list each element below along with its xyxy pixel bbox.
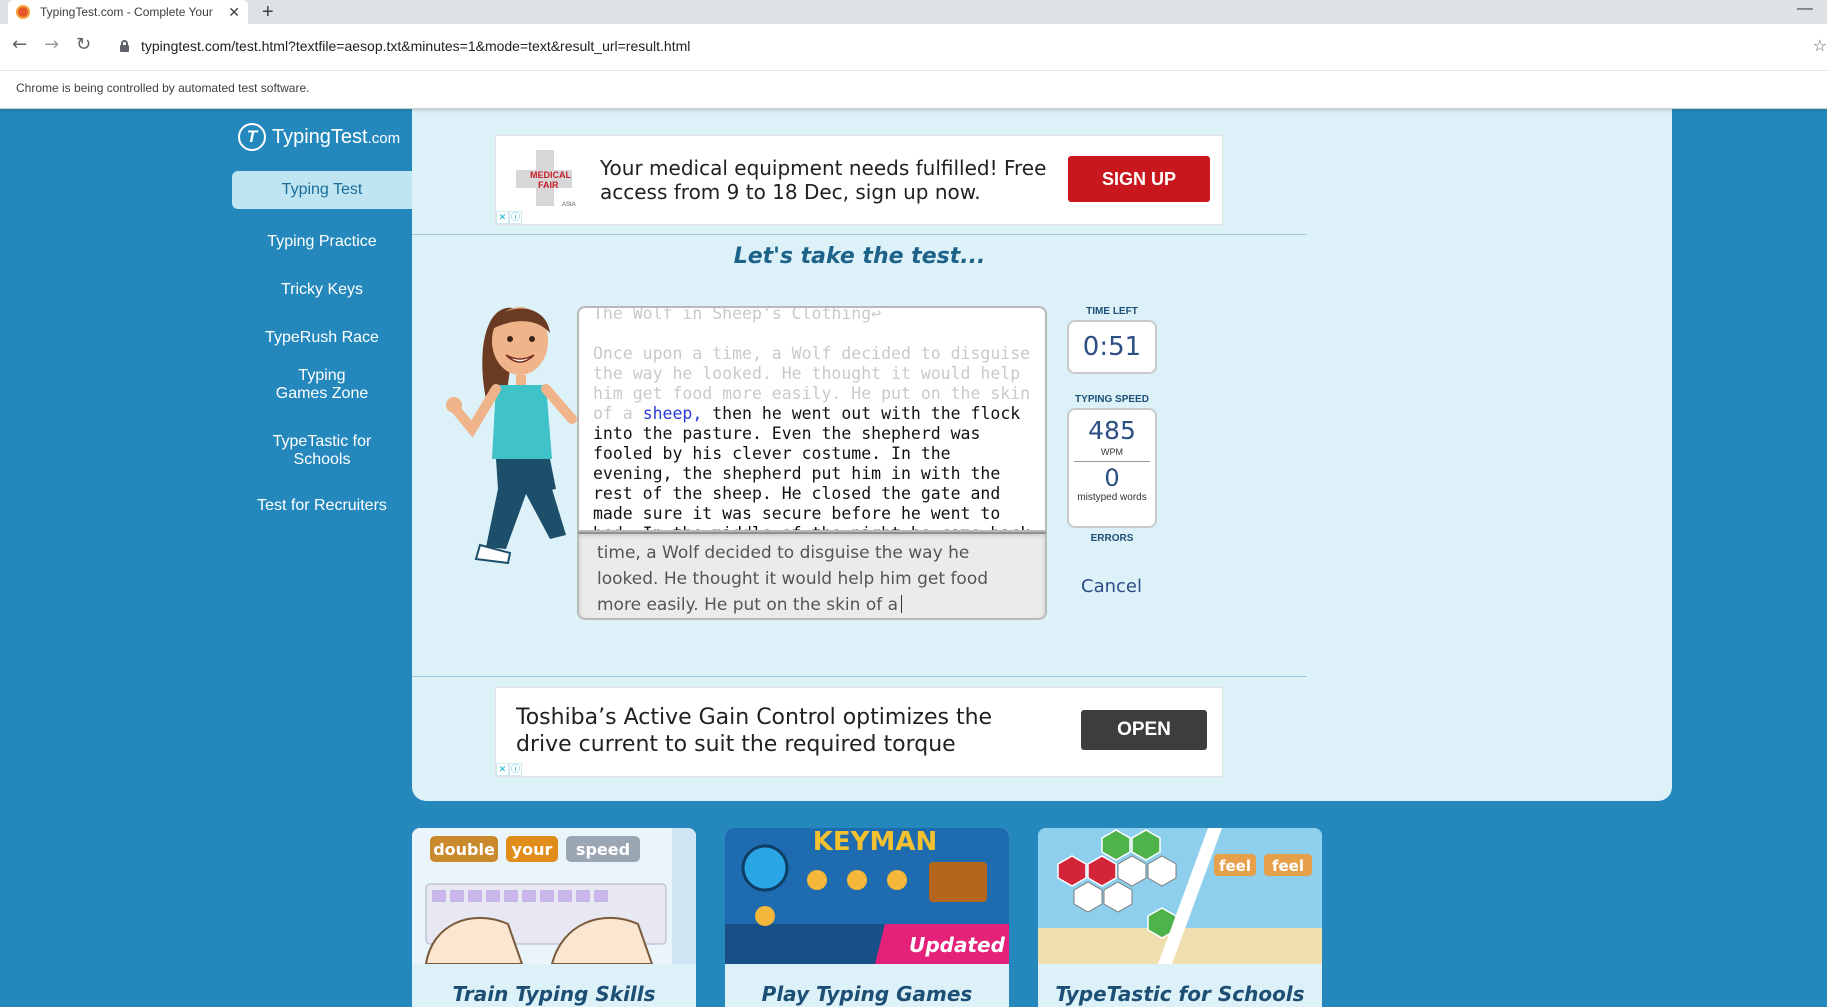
tab-title: TypingTest.com - Complete Your bbox=[40, 5, 213, 19]
sidebar-item-typing-test[interactable]: Typing Test bbox=[232, 171, 412, 209]
new-tab-button[interactable]: + bbox=[262, 0, 274, 24]
ad-banner-top[interactable]: MEDICAL FAIR ASIA Your medical equipment … bbox=[495, 135, 1223, 225]
time-left-display: 0:51 bbox=[1067, 320, 1157, 374]
ad-close-icon[interactable]: ✕ bbox=[496, 211, 509, 224]
sidebar-item-typing-practice[interactable]: Typing Practice bbox=[232, 227, 412, 257]
typing-speed-label: TYPING SPEED bbox=[1075, 394, 1149, 405]
svg-text:feel: feel bbox=[1219, 857, 1251, 875]
logo-name: TypingTest bbox=[272, 125, 368, 148]
browser-tab[interactable]: TypingTest.com - Complete Your ✕ bbox=[8, 0, 248, 24]
bookmark-star-icon[interactable]: ☆ bbox=[1813, 36, 1827, 55]
ad-banner-bottom[interactable]: Toshiba’s Active Gain Control optimizes … bbox=[495, 687, 1223, 777]
ad-top-headline: Your medical equipment needs fulfilled! … bbox=[600, 156, 1047, 204]
svg-text:your: your bbox=[512, 840, 553, 859]
text-caret bbox=[901, 595, 903, 613]
svg-text:KEYMAN: KEYMAN bbox=[813, 828, 938, 857]
infobar-message: Chrome is being controlled by automated … bbox=[16, 81, 310, 95]
cancel-link[interactable]: Cancel bbox=[1081, 576, 1142, 597]
divider bbox=[412, 676, 1307, 677]
wpm-value: 485 bbox=[1088, 416, 1136, 445]
time-left-label: TIME LEFT bbox=[1086, 306, 1138, 317]
reload-icon[interactable]: ↻ bbox=[76, 34, 91, 55]
keyboard-hands-illustration: double your speed bbox=[412, 828, 696, 964]
forward-arrow-icon[interactable]: → bbox=[44, 34, 59, 55]
ad-bottom-headline: Toshiba’s Active Gain Control optimizes … bbox=[516, 705, 993, 757]
remaining-text: then he went out with the flock into the… bbox=[593, 404, 1030, 530]
tile-title: TypeTastic for Schools bbox=[1055, 982, 1305, 1006]
sidebar-item-test-recruiters[interactable]: Test for Recruiters bbox=[232, 491, 412, 521]
sidebar-item-typerush-race[interactable]: TypeRush Race bbox=[232, 323, 412, 353]
tile-title: Train Typing Skills bbox=[452, 982, 656, 1006]
current-word: sheep, bbox=[642, 404, 703, 423]
sign-up-button[interactable]: SIGN UP bbox=[1068, 156, 1210, 202]
sidebar-nav: Typing Test Typing Practice Tricky Keys … bbox=[232, 171, 412, 521]
typing-input[interactable]: time, a Wolf decided to disguise the way… bbox=[577, 532, 1047, 620]
svg-text:speed: speed bbox=[576, 840, 630, 859]
logo-suffix: .com bbox=[367, 129, 401, 147]
svg-text:double: double bbox=[433, 840, 495, 859]
browser-toolbar: ← → ↻ typingtest.com/test.html?textfile=… bbox=[0, 24, 1827, 71]
medical-fair-logo: MEDICAL FAIR ASIA bbox=[516, 150, 576, 212]
typetastic-illustration: feel feel bbox=[1038, 828, 1322, 964]
errors-unit: mistyped words bbox=[1077, 492, 1147, 503]
automation-infobar: Chrome is being controlled by automated … bbox=[0, 71, 1827, 109]
tile-play-typing-games[interactable]: KEYMAN Updated Play Typing Games bbox=[725, 828, 1009, 1007]
sidebar-item-tricky-keys[interactable]: Tricky Keys bbox=[232, 275, 412, 305]
divider bbox=[412, 234, 1307, 235]
site-logo[interactable]: T TypingTest.com bbox=[238, 123, 400, 151]
svg-text:feel: feel bbox=[1272, 857, 1304, 875]
ad-info-icon[interactable]: ⓘ bbox=[509, 763, 522, 776]
tab-close-icon[interactable]: ✕ bbox=[228, 4, 240, 21]
back-arrow-icon[interactable]: ← bbox=[12, 34, 27, 55]
sidebar-item-typetastic-schools[interactable]: TypeTastic for Schools bbox=[232, 431, 412, 471]
wpm-unit: WPM bbox=[1101, 447, 1123, 457]
keyman-game-illustration: KEYMAN Updated bbox=[725, 828, 1009, 964]
page: T TypingTest.com Typing Test Typing Prac… bbox=[0, 109, 1827, 1007]
story-title: The Wolf in Sheep's Clothing↩ bbox=[593, 306, 882, 323]
errors-label: ERRORS bbox=[1090, 533, 1134, 544]
tile-train-typing-skills[interactable]: double your speed Train Typing Skills bbox=[412, 828, 696, 1007]
test-heading: Let's take the test... bbox=[733, 244, 986, 269]
address-bar[interactable]: typingtest.com/test.html?textfile=aesop.… bbox=[141, 38, 690, 54]
window-minimize-button[interactable]: — bbox=[1797, 0, 1813, 20]
open-button[interactable]: OPEN bbox=[1081, 710, 1207, 750]
tile-title: Play Typing Games bbox=[761, 982, 973, 1006]
svg-text:Updated: Updated bbox=[909, 933, 1005, 957]
adchoices[interactable]: ✕ ⓘ bbox=[496, 211, 522, 224]
ad-info-icon[interactable]: ⓘ bbox=[509, 211, 522, 224]
adchoices[interactable]: ✕ ⓘ bbox=[496, 763, 522, 776]
typingtest-favicon-icon bbox=[16, 5, 30, 19]
browser-tabbar: TypingTest.com - Complete Your ✕ + — bbox=[0, 0, 1827, 24]
tile-typetastic-schools[interactable]: feel feel TypeTastic for Schools bbox=[1038, 828, 1322, 1007]
typing-speed-box: 485 WPM 0 mistyped words bbox=[1067, 408, 1157, 528]
mascot-girl-illustration bbox=[446, 307, 577, 565]
test-text-display: The Wolf in Sheep's Clothing↩ Once upon … bbox=[577, 306, 1047, 532]
sidebar-item-typing-games-zone[interactable]: Typing Games Zone bbox=[232, 365, 412, 405]
errors-value: 0 bbox=[1104, 464, 1120, 492]
lock-icon[interactable] bbox=[120, 40, 129, 52]
typing-input-value: time, a Wolf decided to disguise the way… bbox=[597, 543, 989, 615]
typingtest-logo-icon: T bbox=[238, 123, 266, 151]
ad-close-icon[interactable]: ✕ bbox=[496, 763, 509, 776]
